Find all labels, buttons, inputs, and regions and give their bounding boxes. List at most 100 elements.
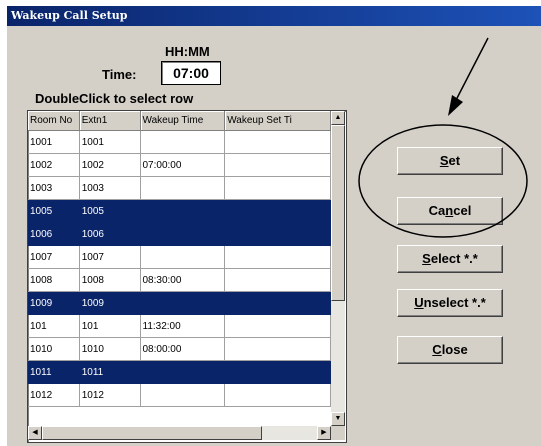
table-row[interactable]: 1006 1006 xyxy=(28,222,331,246)
cell-extn[interactable]: 1001 xyxy=(79,130,141,154)
cell-room[interactable]: 1012 xyxy=(28,383,80,407)
window-title: Wakeup Call Setup xyxy=(11,9,128,22)
cell-room[interactable]: 1011 xyxy=(28,360,80,384)
cell-set[interactable] xyxy=(224,130,331,154)
cancel-label: cel xyxy=(453,203,472,218)
column-header-wakeup-set-time[interactable]: Wakeup Set Ti xyxy=(224,111,331,131)
cell-room[interactable]: 1010 xyxy=(28,337,80,361)
cell-time[interactable]: 08:30:00 xyxy=(140,268,226,292)
grid-body: Room No Extn1 Wakeup Time Wakeup Set Ti … xyxy=(28,111,331,426)
set-button[interactable]: Set xyxy=(397,147,503,175)
title-bar[interactable]: Wakeup Call Setup xyxy=(7,6,541,26)
cell-extn[interactable]: 101 xyxy=(79,314,141,338)
scroll-right-icon[interactable]: ▶ xyxy=(317,426,331,440)
time-input[interactable]: 07:00 xyxy=(161,61,221,85)
cell-set[interactable] xyxy=(224,222,331,246)
table-row[interactable]: 101 101 11:32:00 xyxy=(28,314,331,338)
cell-set[interactable] xyxy=(224,291,331,315)
cell-set[interactable] xyxy=(224,383,331,407)
cell-extn[interactable]: 1007 xyxy=(79,245,141,269)
time-label: Time: xyxy=(102,67,137,82)
table-row[interactable]: 1011 1011 xyxy=(28,360,331,384)
cell-time[interactable] xyxy=(140,199,226,223)
select-all-button[interactable]: Select *.* xyxy=(397,245,503,273)
cell-time[interactable] xyxy=(140,360,226,384)
cell-extn[interactable]: 1010 xyxy=(79,337,141,361)
close-label: lose xyxy=(441,342,468,357)
select-all-label: elect *.* xyxy=(430,251,478,266)
cancel-label-pre: Ca xyxy=(428,203,446,218)
cell-room[interactable]: 1008 xyxy=(28,268,80,292)
room-table: Room No Extn1 Wakeup Time Wakeup Set Ti … xyxy=(28,111,331,407)
column-header-wakeup-time[interactable]: Wakeup Time xyxy=(140,111,226,131)
table-row[interactable]: 1010 1010 08:00:00 xyxy=(28,337,331,361)
cell-time[interactable] xyxy=(140,130,226,154)
cell-room[interactable]: 1003 xyxy=(28,176,80,200)
cell-extn[interactable]: 1003 xyxy=(79,176,141,200)
cell-set[interactable] xyxy=(224,360,331,384)
unselect-all-button[interactable]: Unselect *.* xyxy=(397,289,503,317)
table-row[interactable]: 1002 1002 07:00:00 xyxy=(28,153,331,177)
wakeup-call-window: Wakeup Call Setup HH:MM Time: 07:00 Doub… xyxy=(6,5,541,446)
cell-set[interactable] xyxy=(224,337,331,361)
cell-time[interactable] xyxy=(140,222,226,246)
column-header-extn[interactable]: Extn1 xyxy=(79,111,141,131)
table-row[interactable]: 1007 1007 xyxy=(28,245,331,269)
scroll-corner xyxy=(331,426,345,440)
vertical-scrollbar[interactable]: ▲ ▼ xyxy=(331,111,345,426)
cell-extn[interactable]: 1006 xyxy=(79,222,141,246)
set-label: et xyxy=(448,153,461,168)
cell-extn[interactable]: 1002 xyxy=(79,153,141,177)
scroll-left-icon[interactable]: ◀ xyxy=(28,426,42,440)
table-row[interactable]: 1012 1012 xyxy=(28,383,331,407)
cell-time[interactable]: 07:00:00 xyxy=(140,153,226,177)
cell-time[interactable] xyxy=(140,176,226,200)
cell-room[interactable]: 1001 xyxy=(28,130,80,154)
vertical-scroll-thumb[interactable] xyxy=(331,125,345,301)
cell-room[interactable]: 1007 xyxy=(28,245,80,269)
grid-rows: 1001 1001 1002 1002 07:00:00 1003 1003 1005 1005… xyxy=(28,130,331,407)
cell-time[interactable] xyxy=(140,291,226,315)
room-grid[interactable]: Room No Extn1 Wakeup Time Wakeup Set Ti … xyxy=(27,110,347,443)
scroll-down-icon[interactable]: ▼ xyxy=(331,412,345,426)
cell-room[interactable]: 1009 xyxy=(28,291,80,315)
cell-room[interactable]: 1002 xyxy=(28,153,80,177)
grid-hint: DoubleClick to select row xyxy=(35,91,194,106)
unselect-all-label: nselect *.* xyxy=(423,295,486,310)
cancel-button[interactable]: Cancel xyxy=(397,197,503,225)
table-row[interactable]: 1005 1005 xyxy=(28,199,331,223)
cell-set[interactable] xyxy=(224,268,331,292)
set-hotkey: S xyxy=(439,153,449,168)
table-row[interactable]: 1003 1003 xyxy=(28,176,331,200)
unselect-all-hotkey: U xyxy=(414,295,424,310)
cell-time[interactable]: 11:32:00 xyxy=(140,314,226,338)
cell-set[interactable] xyxy=(224,153,331,177)
cell-extn[interactable]: 1012 xyxy=(79,383,141,407)
cell-extn[interactable]: 1011 xyxy=(79,360,141,384)
close-hotkey: C xyxy=(432,342,442,357)
grid-header-row: Room No Extn1 Wakeup Time Wakeup Set Ti xyxy=(28,111,331,131)
table-row[interactable]: 1008 1008 08:30:00 xyxy=(28,268,331,292)
cell-room[interactable]: 1006 xyxy=(28,222,80,246)
scroll-up-icon[interactable]: ▲ xyxy=(331,111,345,125)
horizontal-scroll-thumb[interactable] xyxy=(42,426,262,440)
cell-set[interactable] xyxy=(224,199,331,223)
cell-extn[interactable]: 1009 xyxy=(79,291,141,315)
cell-room[interactable]: 101 xyxy=(28,314,80,338)
cell-extn[interactable]: 1008 xyxy=(79,268,141,292)
table-row[interactable]: 1001 1001 xyxy=(28,130,331,154)
table-row[interactable]: 1009 1009 xyxy=(28,291,331,315)
cell-extn[interactable]: 1005 xyxy=(79,199,141,223)
cell-set[interactable] xyxy=(224,176,331,200)
cell-time[interactable] xyxy=(140,245,226,269)
cell-set[interactable] xyxy=(224,314,331,338)
cell-time[interactable] xyxy=(140,383,226,407)
horizontal-scrollbar[interactable]: ◀ ▶ xyxy=(28,426,331,440)
cell-time[interactable]: 08:00:00 xyxy=(140,337,226,361)
cell-set[interactable] xyxy=(224,245,331,269)
time-format-label: HH:MM xyxy=(165,44,210,59)
close-button[interactable]: Close xyxy=(397,336,503,364)
cell-room[interactable]: 1005 xyxy=(28,199,80,223)
select-all-hotkey: S xyxy=(422,251,431,266)
column-header-room[interactable]: Room No xyxy=(28,111,80,131)
